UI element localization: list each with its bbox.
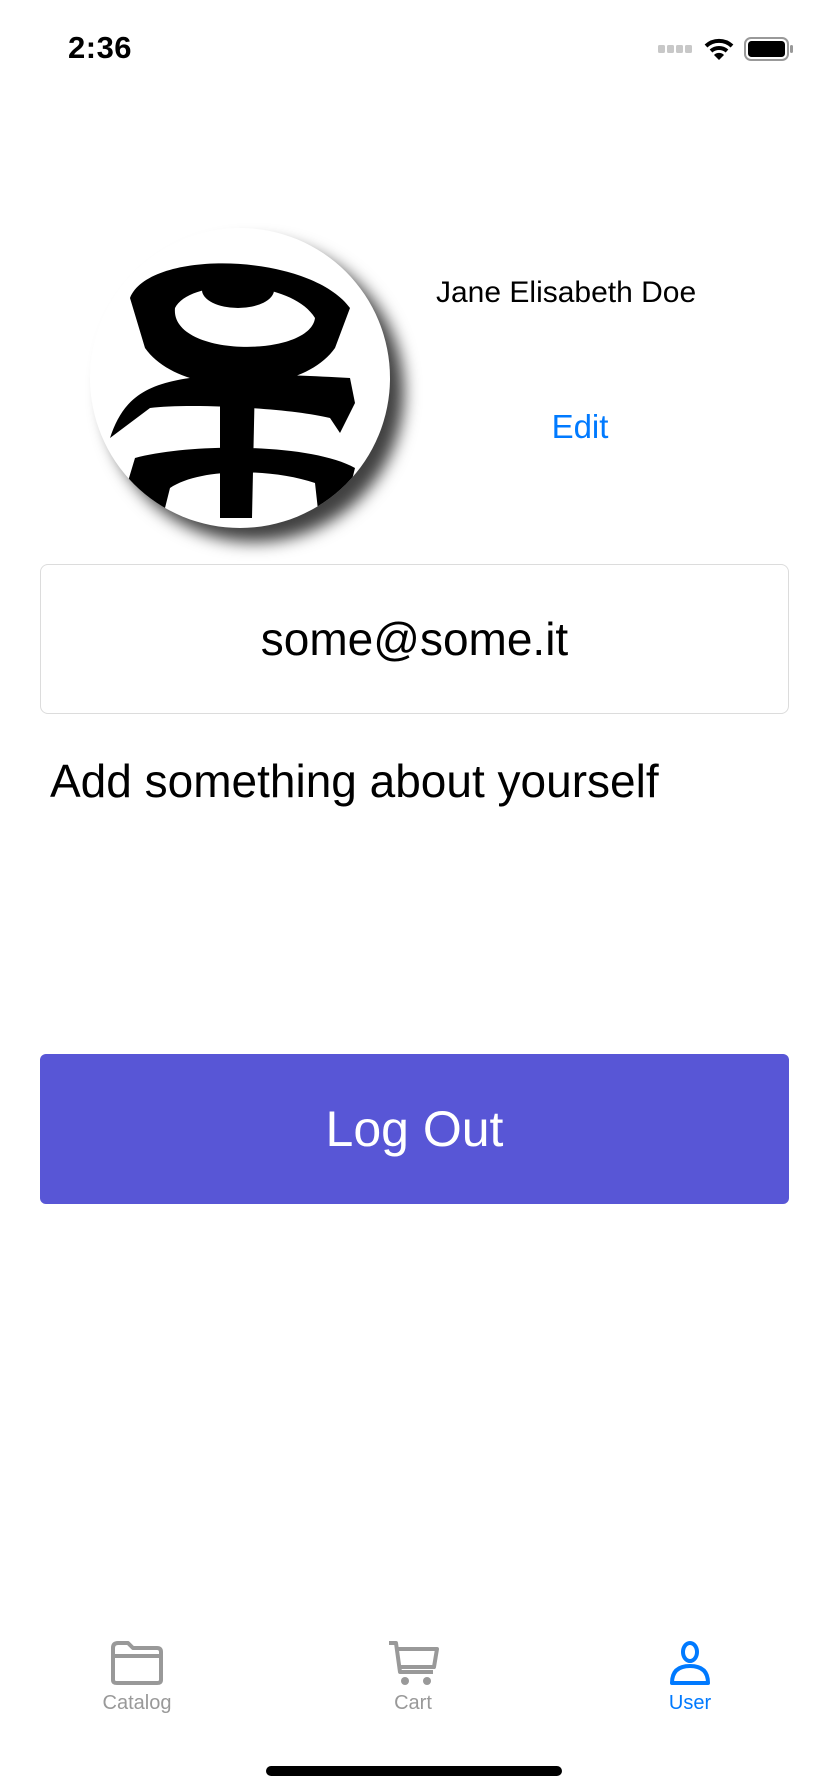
user-name: Jane Elisabeth Doe [436, 276, 697, 309]
avatar-glyph-image [110, 263, 355, 528]
home-indicator [266, 1766, 562, 1776]
cart-icon [389, 1641, 439, 1685]
user-icon [670, 1641, 710, 1685]
battery-icon [744, 37, 793, 61]
status-icons [658, 36, 794, 62]
edit-button[interactable]: Edit [540, 408, 620, 446]
tab-user[interactable]: User [620, 1640, 760, 1715]
tab-label: Cart [394, 1692, 432, 1714]
tab-label: User [668, 1692, 712, 1714]
email-field[interactable]: some@some.it [40, 564, 789, 714]
tab-catalog[interactable]: Catalog [67, 1640, 207, 1715]
tab-cart[interactable]: Cart [343, 1640, 483, 1715]
folder-icon [111, 1641, 163, 1685]
logout-button[interactable]: Log Out [40, 1054, 789, 1204]
avatar[interactable] [90, 228, 390, 528]
signal-icon [658, 45, 692, 53]
wifi-icon [704, 38, 734, 60]
about-input[interactable]: Add something about yourself [50, 754, 659, 808]
status-time: 2:36 [68, 30, 133, 65]
tab-label: Catalog [102, 1692, 172, 1714]
